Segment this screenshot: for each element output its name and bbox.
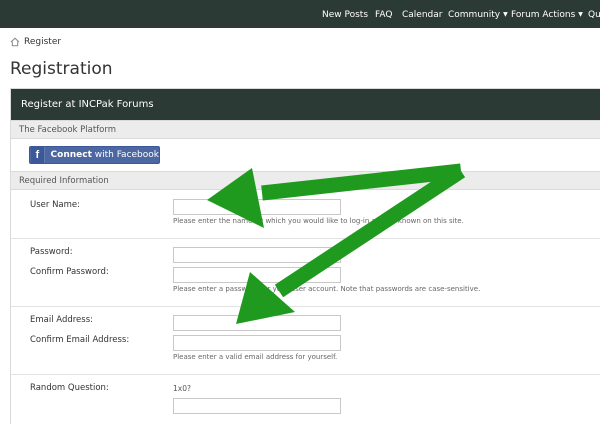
nav-calendar[interactable]: Calendar (402, 0, 442, 28)
nav-community[interactable]: Community ▼ (448, 0, 508, 28)
section-required-information: Required Information (11, 171, 600, 190)
facebook-icon: f (31, 147, 45, 163)
form-header: Register at INCPak Forums (11, 89, 600, 120)
password-input[interactable] (173, 247, 341, 263)
form-header-title: Register at INCPak Forums (21, 99, 154, 110)
chevron-down-icon: ▼ (578, 11, 583, 18)
confirm-email-label: Confirm Email Address: (30, 335, 130, 345)
divider (11, 374, 600, 375)
confirm-password-label: Confirm Password: (30, 267, 109, 277)
password-label: Password: (30, 247, 73, 257)
divider (11, 306, 600, 307)
nav-forum-actions-label: Forum Actions (511, 10, 576, 20)
section-facebook-platform: The Facebook Platform (11, 120, 600, 139)
confirm-password-input[interactable] (173, 267, 341, 283)
divider (11, 238, 600, 239)
breadcrumb-register[interactable]: Register (24, 37, 61, 47)
connect-with-facebook-button[interactable]: f Connect with Facebook (29, 146, 160, 164)
page-title: Registration (10, 59, 113, 79)
email-input[interactable] (173, 315, 341, 331)
registration-form: Register at INCPak Forums The Facebook P… (10, 88, 600, 424)
confirm-email-input[interactable] (173, 335, 341, 351)
facebook-row: f Connect with Facebook (11, 139, 600, 171)
email-hint: Please enter a valid email address for y… (173, 353, 338, 361)
chevron-down-icon: ▼ (503, 11, 508, 18)
nav-quick-links[interactable]: Qu (588, 0, 600, 28)
section-title: Required Information (19, 176, 109, 186)
random-question-input[interactable] (173, 398, 341, 414)
random-question-label: Random Question: (30, 383, 109, 393)
top-navigation-bar: New Posts FAQ Calendar Community ▼ Forum … (0, 0, 600, 28)
nav-faq[interactable]: FAQ (375, 0, 392, 28)
username-input[interactable] (173, 199, 341, 215)
breadcrumb: Register (10, 37, 61, 47)
email-label: Email Address: (30, 315, 93, 325)
facebook-button-label: Connect with Facebook (50, 150, 159, 160)
nav-forum-actions[interactable]: Forum Actions ▼ (511, 0, 583, 28)
random-question-text: 1x0? (173, 384, 191, 393)
nav-new-posts[interactable]: New Posts (322, 0, 368, 28)
username-label: User Name: (30, 200, 81, 210)
section-title: The Facebook Platform (19, 125, 116, 135)
username-hint: Please enter the name by which you would… (173, 217, 464, 225)
home-icon[interactable] (10, 37, 20, 47)
password-hint: Please enter a password for your user ac… (173, 285, 481, 293)
nav-community-label: Community (448, 10, 501, 20)
required-fields: User Name: Please enter the name by whic… (11, 190, 600, 424)
